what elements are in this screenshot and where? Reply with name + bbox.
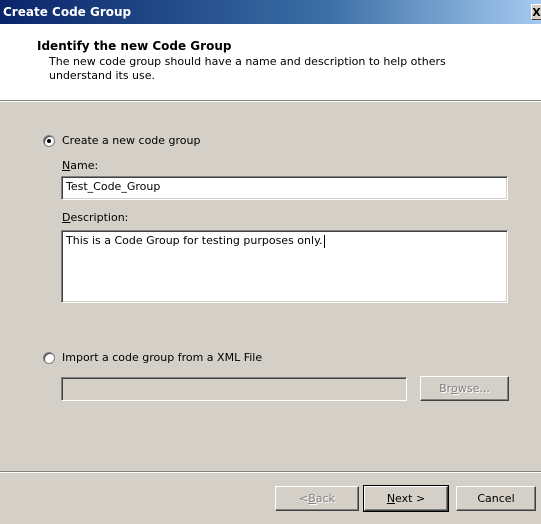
browse-label-post: wse... [457,382,490,395]
cancel-label: Cancel [477,492,515,505]
import-label: Import a code group from a XML File [62,351,263,364]
name-label-text: ame: [70,159,99,172]
header-title: Identify the new Code Group [37,39,232,53]
description-label: Description: [62,211,128,224]
import-radio[interactable] [43,351,55,364]
name-label-accesskey: N [62,159,71,172]
description-field-value: This is a Code Group for testing purpose… [66,234,323,247]
browse-button[interactable]: Br o wse... [420,376,509,401]
next-label-post: ext > [395,492,426,505]
close-button[interactable]: X [531,4,541,20]
description-label-text: escription: [70,211,129,224]
cancel-button[interactable]: Cancel [456,486,536,511]
name-label: Name: [62,159,98,172]
description-field[interactable]: This is a Code Group for testing purpose… [61,230,508,303]
create-new-radio[interactable] [43,134,55,147]
back-label-pre: < [299,492,309,505]
back-button[interactable]: < Back [275,486,359,511]
text-caret [323,234,325,248]
xml-file-path-field[interactable] [61,377,407,401]
header-description: The new code group should have a name an… [49,55,446,82]
browse-label-accesskey: o [451,382,458,395]
back-label-post: ack [315,492,335,505]
title-bar: Create Code Group X [0,0,541,24]
name-field-value: Test_Code_Group [66,180,161,193]
window-title: Create Code Group [3,5,132,19]
browse-label-pre: Br [439,382,452,395]
next-button[interactable]: Next > [363,485,449,512]
import-option[interactable]: Import a code group from a XML File [43,351,262,364]
close-icon: X [532,5,541,19]
create-new-option[interactable]: Create a new code group [43,134,201,147]
name-field[interactable]: Test_Code_Group [61,176,508,200]
footer-separator [0,471,541,473]
back-label-accesskey: B [308,492,316,505]
next-label-accesskey: N [386,492,396,505]
create-new-label: Create a new code group [62,134,201,147]
wizard-header: Identify the new Code Group The new code… [0,24,541,102]
